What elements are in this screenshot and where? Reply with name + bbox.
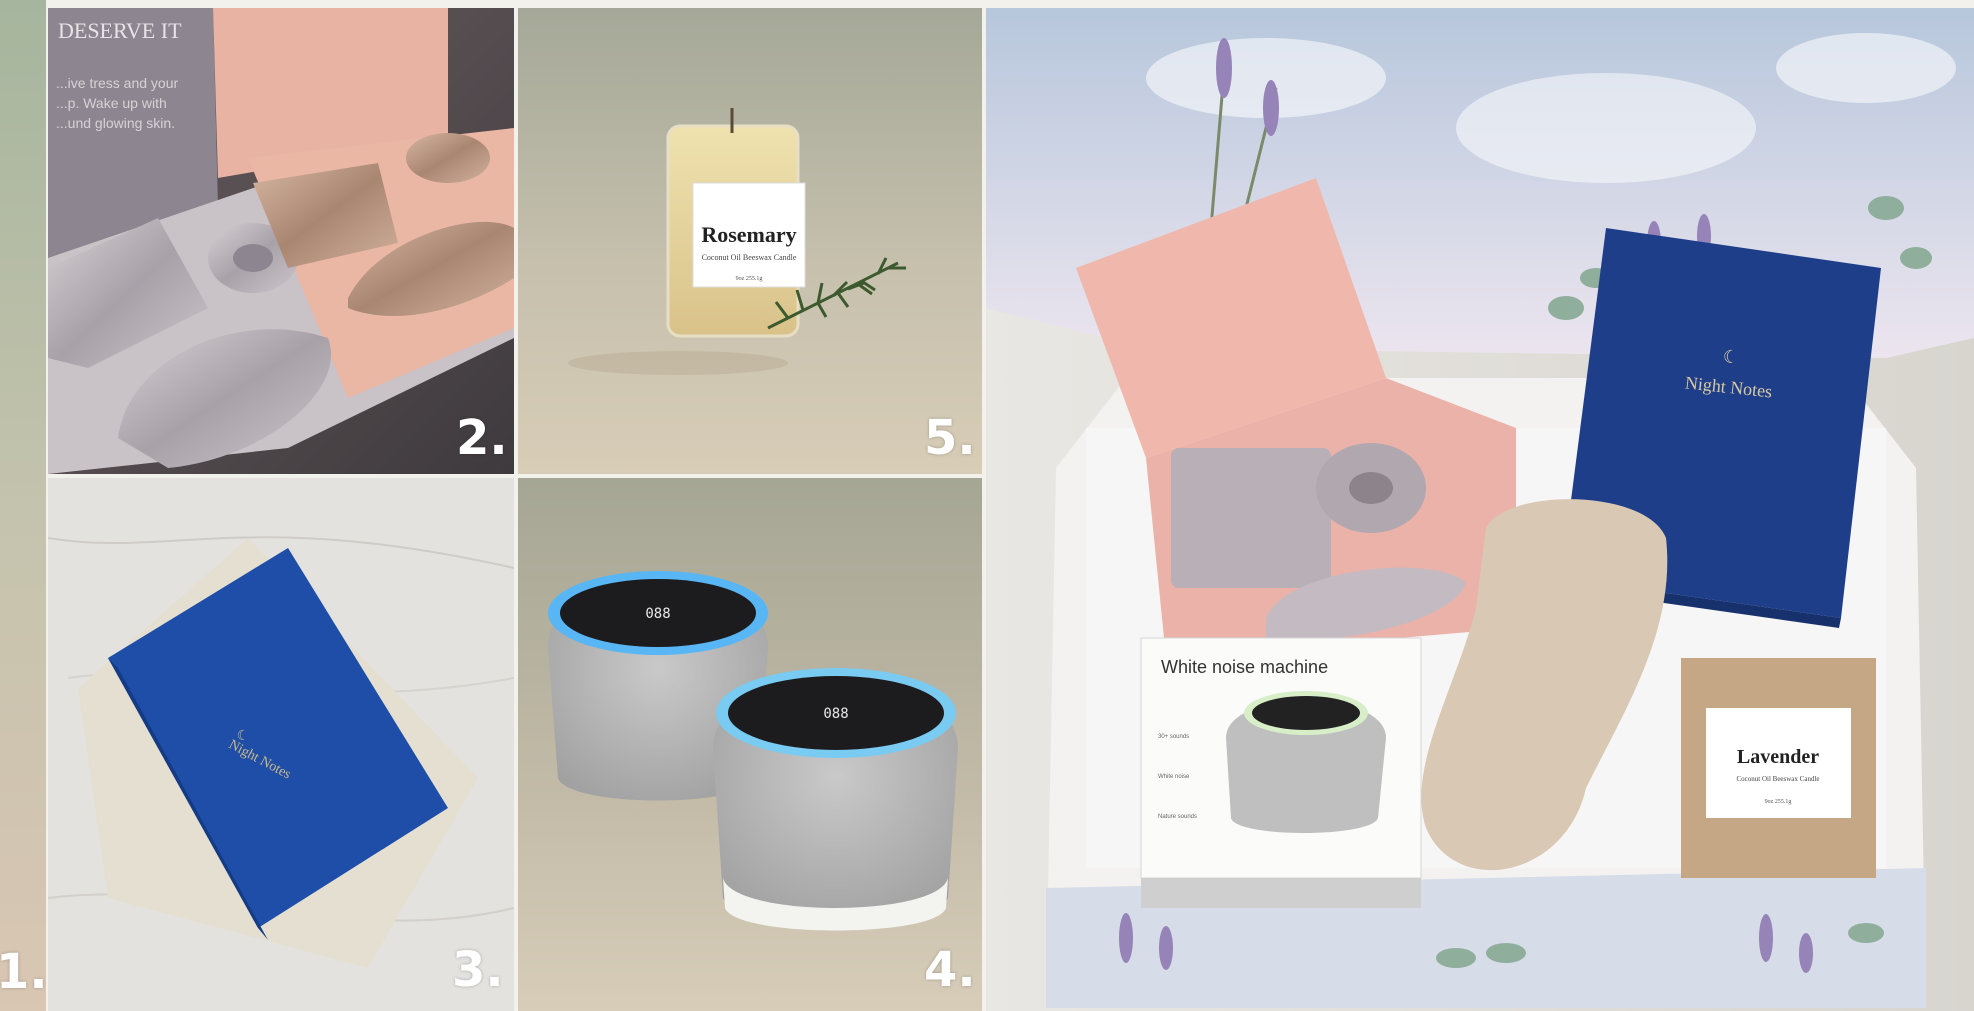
panel-5-candle: Rosemary Coconut Oil Beeswax Candle 9oz … <box>518 8 982 474</box>
silk-box-line-2: ...p. Wake up with <box>56 95 167 111</box>
noise-box-title: White noise machine <box>1161 657 1328 677</box>
silk-box-line-1: ...ive tress and your <box>56 75 179 91</box>
silk-set-photo: DESERVE IT ...ive tress and your ...p. W… <box>48 8 514 474</box>
noise-machine-photo: 088 088 <box>518 478 982 1011</box>
candle-subtitle: Coconut Oil Beeswax Candle <box>702 253 797 262</box>
gift-box-panel: ☾ Night Notes White noise machine 30+ so… <box>986 8 1974 1011</box>
front-display: 088 <box>823 706 848 722</box>
lavender-candle-weight: 9oz 255.1g <box>1765 799 1792 805</box>
panel-1-strip: 1. <box>0 0 46 1011</box>
candle-weight: 9oz 255.1g <box>736 276 763 282</box>
panel-1-number: 1. <box>0 944 46 1000</box>
gift-box-photo: ☾ Night Notes White noise machine 30+ so… <box>986 8 1974 1011</box>
panel-4-number: 4. <box>924 942 976 998</box>
panel-2-number: 2. <box>456 410 508 466</box>
panel-3-journal: Night Notes ☾ 3. <box>48 478 514 1011</box>
silk-box-line-3: ...und glowing skin. <box>56 115 175 131</box>
lavender-candle-subtitle: Coconut Oil Beeswax Candle <box>1736 775 1819 783</box>
panel-5-number: 5. <box>924 410 976 466</box>
box-journal-moon-icon: ☾ <box>1723 347 1739 368</box>
back-display: 088 <box>645 606 670 622</box>
panel-3-number: 3. <box>452 942 504 998</box>
lavender-candle-name: Lavender <box>1737 746 1819 768</box>
noise-box-feature-1: 30+ sounds <box>1158 734 1189 740</box>
noise-box-feature-3: Nature sounds <box>1158 814 1197 820</box>
candle-name: Rosemary <box>701 222 796 247</box>
candle-photo: Rosemary Coconut Oil Beeswax Candle 9oz … <box>518 8 982 474</box>
journal-photo: Night Notes ☾ <box>48 478 514 1011</box>
noise-box-feature-2: White noise <box>1158 774 1190 780</box>
moon-icon: ☾ <box>237 728 250 744</box>
panel-2-silk-set: DESERVE IT ...ive tress and your ...p. W… <box>48 8 514 474</box>
panel-4-noise-machines: 088 088 4. <box>518 478 982 1011</box>
silk-box-heading: DESERVE IT <box>58 18 182 43</box>
